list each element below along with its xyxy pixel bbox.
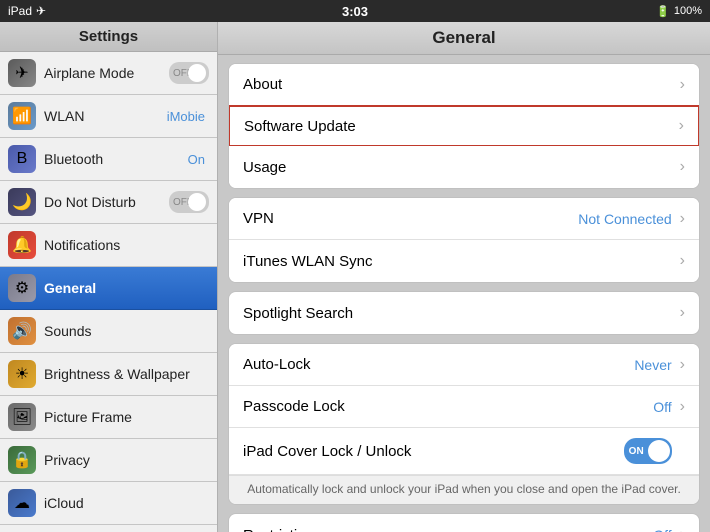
- auto-lock-chevron: ›: [680, 356, 685, 374]
- general-label: General: [44, 280, 209, 296]
- about-chevron: ›: [680, 76, 685, 94]
- bluetooth-label: Bluetooth: [44, 151, 188, 167]
- section-spotlight: Spotlight Search ›: [228, 291, 700, 335]
- ipad-label: iPad: [8, 4, 32, 18]
- vpn-chevron: ›: [680, 210, 685, 228]
- passcode-value: Off: [653, 399, 671, 415]
- ipad-cover-label: iPad Cover Lock / Unlock: [243, 443, 624, 460]
- itunes-chevron: ›: [680, 252, 685, 270]
- airplane-mode-toggle[interactable]: OFF: [169, 62, 209, 84]
- notifications-icon: 🔔: [8, 231, 36, 259]
- cover-lock-note: Automatically lock and unlock your iPad …: [229, 475, 699, 504]
- ipad-cover-toggle[interactable]: ON: [624, 438, 672, 464]
- picture-frame-icon: 🖼: [8, 403, 36, 431]
- vpn-value: Not Connected: [578, 211, 671, 227]
- sidebar-item-notifications[interactable]: 🔔 Notifications: [0, 224, 217, 267]
- status-right: 🔋 100%: [656, 5, 702, 18]
- usage-chevron: ›: [680, 158, 685, 176]
- restrictions-label: Restrictions: [243, 527, 653, 532]
- battery-level: 100%: [674, 5, 702, 17]
- row-about[interactable]: About ›: [229, 64, 699, 106]
- sidebar-item-brightness[interactable]: ☀ Brightness & Wallpaper: [0, 353, 217, 396]
- airplane-mode-icon: ✈: [8, 59, 36, 87]
- wlan-icon: 📶: [8, 102, 36, 130]
- row-spotlight-search[interactable]: Spotlight Search ›: [229, 292, 699, 334]
- row-restrictions[interactable]: Restrictions Off ›: [229, 514, 699, 532]
- about-label: About: [243, 76, 676, 93]
- wlan-value: iMobie: [167, 109, 205, 124]
- passcode-label: Passcode Lock: [243, 398, 653, 415]
- sounds-icon: 🔊: [8, 317, 36, 345]
- content-area: General About › Software Update › Usage …: [218, 22, 710, 532]
- wifi-icon: ✈: [36, 4, 46, 18]
- sidebar-item-mail[interactable]: ✉ Mail, Contacts, Calendars: [0, 525, 217, 532]
- status-left: iPad ✈: [8, 4, 46, 18]
- bluetooth-icon: B: [8, 145, 36, 173]
- brightness-icon: ☀: [8, 360, 36, 388]
- wlan-label: WLAN: [44, 108, 167, 124]
- general-icon: ⚙: [8, 274, 36, 302]
- passcode-chevron: ›: [680, 398, 685, 416]
- airplane-mode-label: Airplane Mode: [44, 65, 169, 81]
- row-vpn[interactable]: VPN Not Connected ›: [229, 198, 699, 240]
- section-lock: Auto-Lock Never › Passcode Lock Off › iP…: [228, 343, 700, 505]
- section-vpn: VPN Not Connected › iTunes WLAN Sync ›: [228, 197, 700, 283]
- do-not-disturb-icon: 🌙: [8, 188, 36, 216]
- sidebar-item-airplane-mode[interactable]: ✈ Airplane Mode OFF: [0, 52, 217, 95]
- do-not-disturb-label: Do Not Disturb: [44, 194, 169, 210]
- brightness-label: Brightness & Wallpaper: [44, 366, 209, 382]
- sidebar: Settings ✈ Airplane Mode OFF 📶 WLAN iMob…: [0, 22, 218, 532]
- auto-lock-label: Auto-Lock: [243, 356, 634, 373]
- sidebar-item-picture-frame[interactable]: 🖼 Picture Frame: [0, 396, 217, 439]
- row-auto-lock[interactable]: Auto-Lock Never ›: [229, 344, 699, 386]
- sidebar-item-wlan[interactable]: 📶 WLAN iMobie: [0, 95, 217, 138]
- row-ipad-cover-lock[interactable]: iPad Cover Lock / Unlock ON ›: [229, 428, 699, 475]
- software-update-chevron: ›: [679, 117, 684, 135]
- sidebar-item-bluetooth[interactable]: B Bluetooth On: [0, 138, 217, 181]
- section-restrictions: Restrictions Off ›: [228, 513, 700, 532]
- section-about: About › Software Update › Usage ›: [228, 63, 700, 189]
- row-passcode-lock[interactable]: Passcode Lock Off ›: [229, 386, 699, 428]
- sounds-label: Sounds: [44, 323, 209, 339]
- itunes-wlan-label: iTunes WLAN Sync: [243, 253, 676, 270]
- sidebar-item-sounds[interactable]: 🔊 Sounds: [0, 310, 217, 353]
- privacy-label: Privacy: [44, 452, 209, 468]
- main-layout: Settings ✈ Airplane Mode OFF 📶 WLAN iMob…: [0, 22, 710, 532]
- status-time: 3:03: [342, 4, 368, 19]
- row-usage[interactable]: Usage ›: [229, 146, 699, 188]
- battery-icon: 🔋: [656, 5, 670, 18]
- privacy-icon: 🔒: [8, 446, 36, 474]
- sidebar-title: Settings: [0, 22, 217, 52]
- status-bar: iPad ✈ 3:03 🔋 100%: [0, 0, 710, 22]
- row-software-update[interactable]: Software Update ›: [228, 105, 700, 147]
- do-not-disturb-toggle[interactable]: OFF: [169, 191, 209, 213]
- bluetooth-value: On: [188, 152, 205, 167]
- row-itunes-wlan-sync[interactable]: iTunes WLAN Sync ›: [229, 240, 699, 282]
- sidebar-item-privacy[interactable]: 🔒 Privacy: [0, 439, 217, 482]
- restrictions-value: Off: [653, 527, 671, 532]
- auto-lock-value: Never: [634, 357, 671, 373]
- spotlight-chevron: ›: [680, 304, 685, 322]
- picture-frame-label: Picture Frame: [44, 409, 209, 425]
- usage-label: Usage: [243, 159, 676, 176]
- icloud-label: iCloud: [44, 495, 209, 511]
- restrictions-chevron: ›: [680, 526, 685, 532]
- spotlight-label: Spotlight Search: [243, 305, 676, 322]
- notifications-label: Notifications: [44, 237, 209, 253]
- sidebar-item-icloud[interactable]: ☁ iCloud: [0, 482, 217, 525]
- content-title: General: [218, 22, 710, 55]
- sidebar-item-general[interactable]: ⚙ General: [0, 267, 217, 310]
- vpn-label: VPN: [243, 210, 578, 227]
- software-update-label: Software Update: [244, 118, 675, 135]
- sidebar-item-do-not-disturb[interactable]: 🌙 Do Not Disturb OFF: [0, 181, 217, 224]
- icloud-icon: ☁: [8, 489, 36, 517]
